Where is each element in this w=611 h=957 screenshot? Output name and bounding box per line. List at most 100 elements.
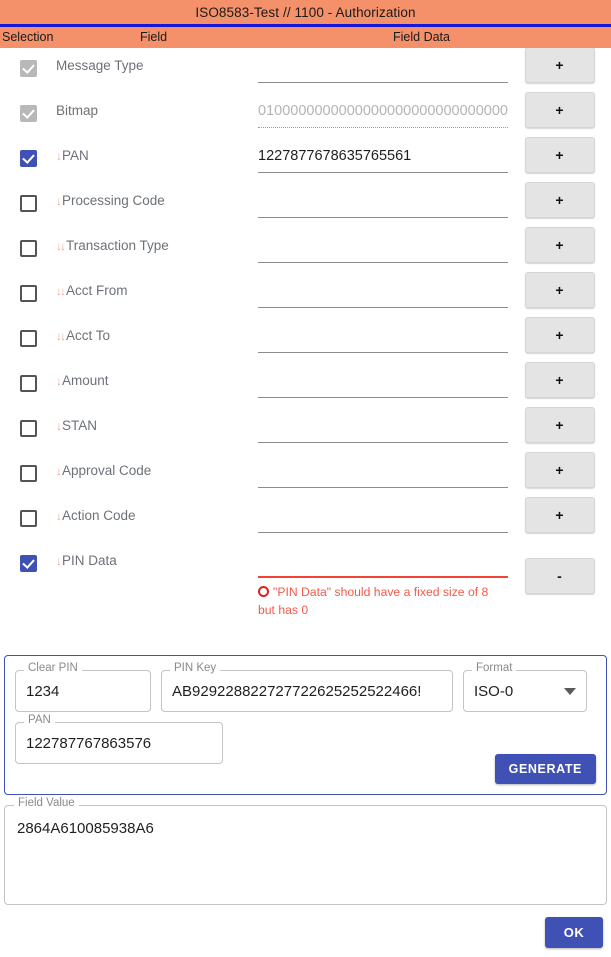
field-underline [258,487,508,488]
field-data-cell[interactable]: 01000000000000000000000000000000 [258,90,508,128]
field-checkbox[interactable] [19,195,37,212]
add-field-button[interactable]: + [524,317,595,353]
row-button-cell: - [508,540,611,594]
clear-pin-field[interactable]: Clear PIN 1234 [15,662,151,712]
add-field-button[interactable]: + [524,227,595,263]
field-label-cell: Bitmap [56,90,258,118]
field-label: Bitmap [56,103,99,118]
clear-pin-value[interactable]: 1234 [26,683,140,700]
add-field-button[interactable]: + [524,497,595,533]
field-checkbox[interactable] [19,240,37,257]
field-label: Message Type [56,58,144,73]
down-arrow-icon: ↓↓ [56,284,66,298]
add-field-button[interactable]: + [524,362,595,398]
pan-field[interactable]: PAN 122787767863576 [15,714,223,764]
window-title: ISO8583-Test // 1100 - Authorization [195,4,416,20]
selection-cell [0,315,56,347]
field-data-cell[interactable]: "PIN Data" should have a fixed size of 8… [258,540,508,619]
format-select[interactable]: Format ISO-0 [463,662,587,712]
field-data-value[interactable] [258,280,508,302]
ok-button[interactable]: OK [545,917,603,948]
field-checkbox [19,105,37,122]
row-button-cell: + [508,405,611,443]
window-titlebar: ISO8583-Test // 1100 - Authorization [0,0,611,24]
field-checkbox[interactable] [19,330,37,347]
selection-cell [0,180,56,212]
field-label-cell: ↓ STAN [56,405,258,433]
field-row: ↓ Amount + [0,360,611,405]
validation-error-text: "PIN Data" should have a fixed size of 8… [258,585,489,617]
field-label: Transaction Type [66,238,169,253]
row-button-cell: + [508,315,611,353]
row-button-cell: + [508,270,611,308]
field-data-value[interactable] [258,370,508,392]
field-underline [258,262,508,263]
down-arrow-icon: ↓ [56,194,62,208]
field-value-input[interactable]: 2864A610085938A6 [4,805,607,905]
field-underline [258,532,508,533]
field-label: PAN [62,148,89,163]
field-data-cell[interactable] [258,225,508,263]
field-data-value[interactable] [258,235,508,257]
pin-key-label: PIN Key [170,662,221,674]
add-field-button[interactable]: + [524,48,595,83]
field-underline [258,397,508,398]
field-checkbox[interactable] [19,420,37,437]
field-underline [258,82,508,83]
field-checkbox[interactable] [19,375,37,392]
selection-cell [0,225,56,257]
field-label: Amount [62,373,109,388]
format-value[interactable]: ISO-0 [474,683,564,700]
field-data-cell[interactable] [258,405,508,443]
field-data-value[interactable] [258,550,508,572]
field-data-cell[interactable] [258,450,508,488]
field-checkbox [19,60,37,77]
field-value-section: Field Value 2864A610085938A6 [4,797,607,905]
field-data-value[interactable] [258,325,508,347]
field-data-cell[interactable] [258,270,508,308]
add-field-button[interactable]: + [524,452,595,488]
field-checkbox[interactable] [19,150,37,167]
pin-key-value[interactable]: AB929228822727722625252522466! [172,683,442,700]
down-arrow-icon: ↓↓ [56,239,66,253]
add-field-button[interactable]: + [524,92,595,128]
field-data-value[interactable] [258,55,508,77]
field-label: Acct From [66,283,128,298]
field-checkbox[interactable] [19,510,37,527]
field-data-cell[interactable] [258,315,508,353]
field-data-value[interactable]: 1227877678635765561 [258,145,508,167]
field-data-cell[interactable] [258,360,508,398]
down-arrow-icon: ↓ [56,554,62,568]
add-field-button[interactable]: + [524,272,595,308]
field-data-cell[interactable]: 1227877678635765561 [258,135,508,173]
add-field-button[interactable]: + [524,137,595,173]
field-checkbox[interactable] [19,555,37,572]
field-label-cell: ↓ PAN [56,135,258,163]
add-field-button[interactable]: + [524,182,595,218]
chevron-down-icon[interactable] [564,687,576,695]
field-list[interactable]: Message Type + Bitmap 010000000000000000000… [0,48,611,652]
field-underline [258,576,508,578]
field-data-value[interactable] [258,505,508,527]
down-arrow-icon: ↓ [56,374,62,388]
pan-value[interactable]: 122787767863576 [26,735,212,752]
field-data-value[interactable] [258,190,508,212]
generate-button[interactable]: GENERATE [494,754,596,784]
field-data-cell[interactable] [258,495,508,533]
remove-field-button[interactable]: - [524,558,595,594]
field-checkbox[interactable] [19,465,37,482]
field-checkbox[interactable] [19,285,37,302]
column-header-selection: Selection [2,30,54,44]
down-arrow-icon: ↓ [56,509,62,523]
field-label-cell: ↓↓ Acct To [56,315,258,343]
field-data-value[interactable]: 01000000000000000000000000000000 [258,100,508,122]
add-field-button[interactable]: + [524,407,595,443]
field-row: ↓ PIN Data "PIN Data" should have a fixed … [0,540,611,620]
field-data-value[interactable] [258,415,508,437]
field-data-value[interactable] [258,460,508,482]
pin-key-field[interactable]: PIN Key AB929228822727722625252522466! [161,662,453,712]
field-label: Action Code [62,508,136,523]
field-data-cell[interactable] [258,48,508,83]
field-data-cell[interactable] [258,180,508,218]
field-label: Processing Code [62,193,165,208]
